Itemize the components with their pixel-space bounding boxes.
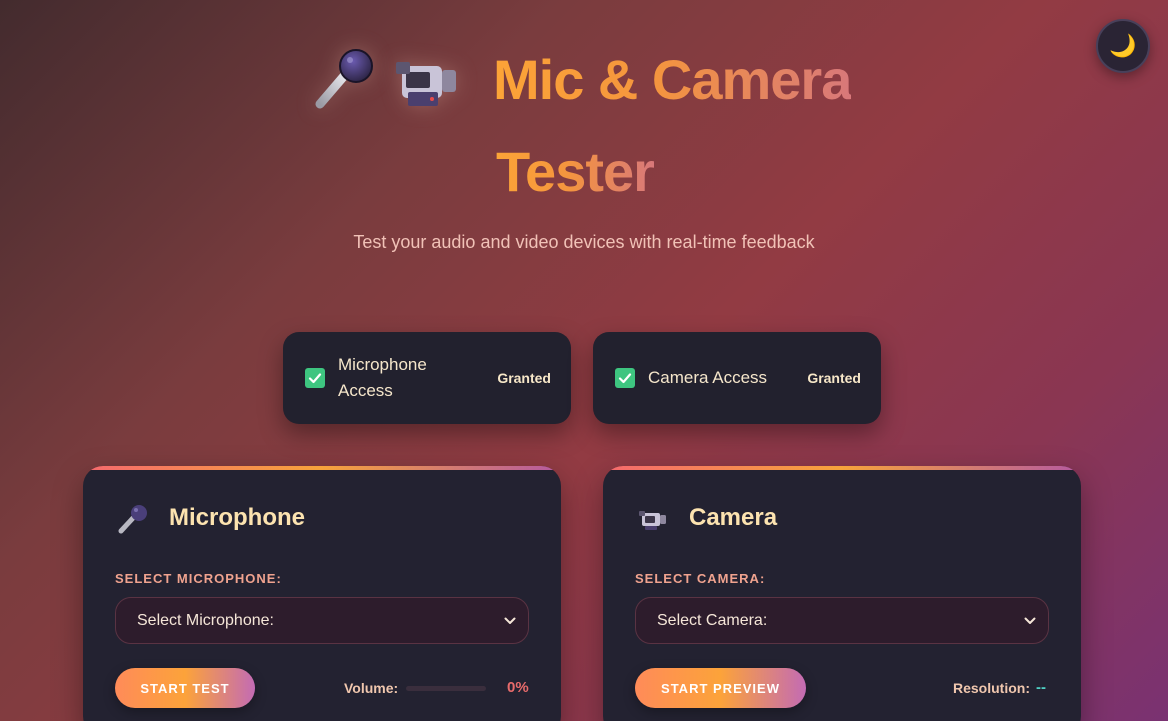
panel-title: Microphone — [169, 504, 305, 531]
start-test-button[interactable]: START TEST — [115, 668, 255, 708]
video-camera-icon — [392, 44, 462, 114]
checkbox-checked-icon — [305, 368, 325, 388]
start-preview-button[interactable]: START PREVIEW — [635, 668, 806, 708]
permission-status: Granted — [807, 370, 861, 386]
select-value: Select Microphone: — [137, 611, 274, 629]
select-camera-label: SELECT CAMERA: — [635, 571, 766, 586]
permission-label: Camera Access — [648, 368, 768, 387]
title-line-2: Tester — [496, 132, 655, 212]
microphone-select[interactable]: Select Microphone: — [115, 597, 529, 644]
chevron-down-icon — [1024, 612, 1036, 630]
resolution-value: -- — [1036, 679, 1046, 696]
page-title: Mic & Camera Tester — [0, 40, 1168, 203]
select-microphone-label: SELECT MICROPHONE: — [115, 571, 282, 586]
checkbox-checked-icon — [615, 368, 635, 388]
permission-label: Microphone Access — [338, 355, 427, 400]
chevron-down-icon — [504, 612, 516, 630]
panel-title: Camera — [689, 504, 778, 531]
panel-accent-bar — [83, 466, 561, 470]
title-line-1: Mic & Camera — [493, 40, 852, 120]
resolution-label: Resolution: — [953, 680, 1030, 696]
camera-panel: Camera SELECT CAMERA: Select Camera: STA… — [603, 466, 1081, 721]
video-camera-icon — [635, 504, 671, 534]
microphone-permission-card: Microphone Access Granted — [283, 332, 571, 424]
permission-status: Granted — [497, 370, 551, 386]
microphone-panel: Microphone SELECT MICROPHONE: Select Mic… — [83, 466, 561, 721]
panel-accent-bar — [603, 466, 1081, 470]
select-value: Select Camera: — [657, 611, 768, 629]
volume-value: 0% — [507, 679, 529, 696]
camera-select[interactable]: Select Camera: — [635, 597, 1049, 644]
volume-label: Volume: — [344, 680, 399, 696]
volume-meter — [406, 686, 486, 691]
microphone-icon — [115, 504, 151, 534]
camera-permission-card: Camera Access Granted — [593, 332, 881, 424]
page-subtitle: Test your audio and video devices with r… — [353, 232, 815, 252]
microphone-icon — [310, 44, 380, 114]
